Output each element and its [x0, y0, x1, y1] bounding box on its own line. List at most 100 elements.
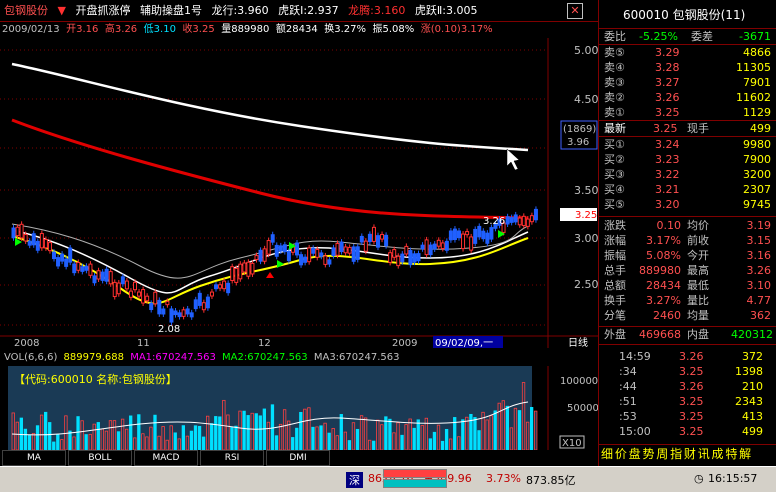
- quote-high: 高3.26: [104, 24, 138, 35]
- stat-value: 0.10: [656, 219, 682, 232]
- candle-body: [392, 249, 397, 258]
- candle-body: [84, 265, 89, 271]
- tab-macd[interactable]: MACD: [134, 450, 198, 466]
- stat-value: 4.77: [746, 294, 772, 307]
- volume-bar: [125, 428, 129, 450]
- candle-body: [286, 250, 291, 262]
- candle-body: [400, 253, 405, 263]
- weibi-label: 委比: [604, 30, 626, 43]
- tick-time: 15:00: [619, 425, 651, 438]
- volume-bar: [214, 416, 218, 450]
- buy-price: 3.20: [655, 198, 680, 211]
- sell-label: 卖⑤: [604, 46, 625, 59]
- candle-body: [222, 280, 227, 290]
- candle-body: [376, 235, 380, 248]
- candle-body: [254, 255, 259, 261]
- stat-label: 最高: [687, 264, 709, 277]
- stat-label: 分笔: [604, 309, 626, 322]
- volume-bar: [116, 431, 121, 450]
- candle-body: [335, 243, 340, 256]
- market-label[interactable]: 深: [346, 472, 363, 488]
- candle-body: [485, 232, 490, 244]
- volume-bar: [400, 434, 404, 450]
- candle-body: [465, 231, 470, 236]
- volume-bar: [404, 424, 408, 450]
- tick-price: 3.25: [679, 410, 704, 423]
- volume-bar: [303, 408, 307, 450]
- volume-bar: [56, 434, 60, 450]
- candle-body: [185, 308, 190, 315]
- candle-body: [137, 291, 142, 297]
- volume-bar: [31, 432, 36, 450]
- candle-body: [242, 262, 247, 273]
- volume-bar: [408, 418, 412, 450]
- stat-value: 3.15: [746, 234, 772, 247]
- volume-bar: [525, 421, 530, 450]
- stat-value: 2460: [653, 309, 681, 322]
- volume-bar: [412, 427, 416, 450]
- sell-price: 3.26: [655, 91, 680, 104]
- volume-bar: [469, 413, 473, 450]
- volume-bar: [120, 418, 125, 450]
- volume-bar: [48, 422, 52, 450]
- volume-bar: [88, 433, 92, 450]
- quote-volume: 量889980: [221, 24, 270, 35]
- candle-body: [469, 236, 474, 251]
- buy-label: 买①: [604, 138, 625, 151]
- candle-body: [343, 246, 348, 254]
- volume-bar: [242, 410, 246, 450]
- stat-value: 3.10: [746, 279, 772, 292]
- volume-chart[interactable]: 【代码:600010 名称:包钢股份】 100000 50000 X10: [0, 366, 598, 450]
- tick-volume: 413: [742, 410, 763, 423]
- volume-bar: [165, 439, 169, 450]
- buy-volume: 9745: [743, 198, 771, 211]
- stat-label: 最低: [687, 279, 709, 292]
- candle-body: [68, 247, 73, 263]
- panel-tabs-label[interactable]: 细 价 盘 势 周 指 财 讯 成 特 解: [601, 447, 751, 462]
- candle-body: [112, 281, 117, 298]
- candle-body: [218, 284, 223, 289]
- vol-value: 889979.688: [63, 352, 124, 363]
- quote-turnover: 换3.27%: [324, 24, 366, 35]
- close-icon[interactable]: ✕: [567, 3, 583, 19]
- price-label: 3.00: [574, 232, 598, 245]
- last-price-value: 3.25: [575, 210, 597, 221]
- volume-bar: [428, 438, 433, 450]
- candle-body: [39, 233, 44, 249]
- tab-ma[interactable]: MA: [2, 450, 66, 466]
- candle-body: [11, 227, 16, 239]
- volume-bar: [250, 412, 254, 450]
- tab-rsi[interactable]: RSI: [200, 450, 264, 466]
- tick-time: 14:59: [619, 350, 651, 363]
- buy-volume: 3200: [743, 168, 771, 181]
- tick-volume: 372: [742, 350, 763, 363]
- candle-body: [116, 282, 121, 295]
- volume-bar: [465, 416, 469, 450]
- kline-chart[interactable]: 5.00 4.50 3.50 3.00 2.50 (1869) 3.96 3.2…: [0, 38, 598, 348]
- candle-body: [517, 217, 522, 226]
- tab-dmi[interactable]: DMI: [266, 450, 330, 466]
- volume-bar: [372, 440, 376, 450]
- candle-body: [339, 241, 344, 253]
- quote-row: 买② 3.23 7900: [599, 152, 776, 167]
- volume-bar: [501, 400, 505, 450]
- quote-row: :51 3.25 2343: [599, 394, 776, 409]
- volume-bar: [448, 438, 453, 450]
- period-daily[interactable]: 日线: [568, 336, 588, 348]
- candle-body: [509, 217, 514, 223]
- volume-bar: [173, 432, 177, 450]
- quote-close: 收3.25: [182, 24, 215, 35]
- huyue1-value: 虎跃Ⅰ:2.937: [278, 4, 339, 17]
- stock-name[interactable]: 包钢股份: [4, 0, 48, 21]
- candle-body: [124, 280, 129, 290]
- candle-body: [367, 233, 372, 243]
- cursor-count: (1869): [563, 124, 596, 135]
- buy-volume: 7900: [743, 153, 771, 166]
- panel-tabs[interactable]: 细 价 盘 势 周 指 财 讯 成 特 解: [599, 447, 776, 462]
- candle-body: [181, 309, 186, 317]
- candle-body: [477, 225, 482, 238]
- candle-body: [529, 215, 534, 223]
- volume-bar: [137, 414, 141, 450]
- indicator-name[interactable]: 开盘抓涨停: [75, 0, 130, 21]
- tab-boll[interactable]: BOLL: [68, 450, 132, 466]
